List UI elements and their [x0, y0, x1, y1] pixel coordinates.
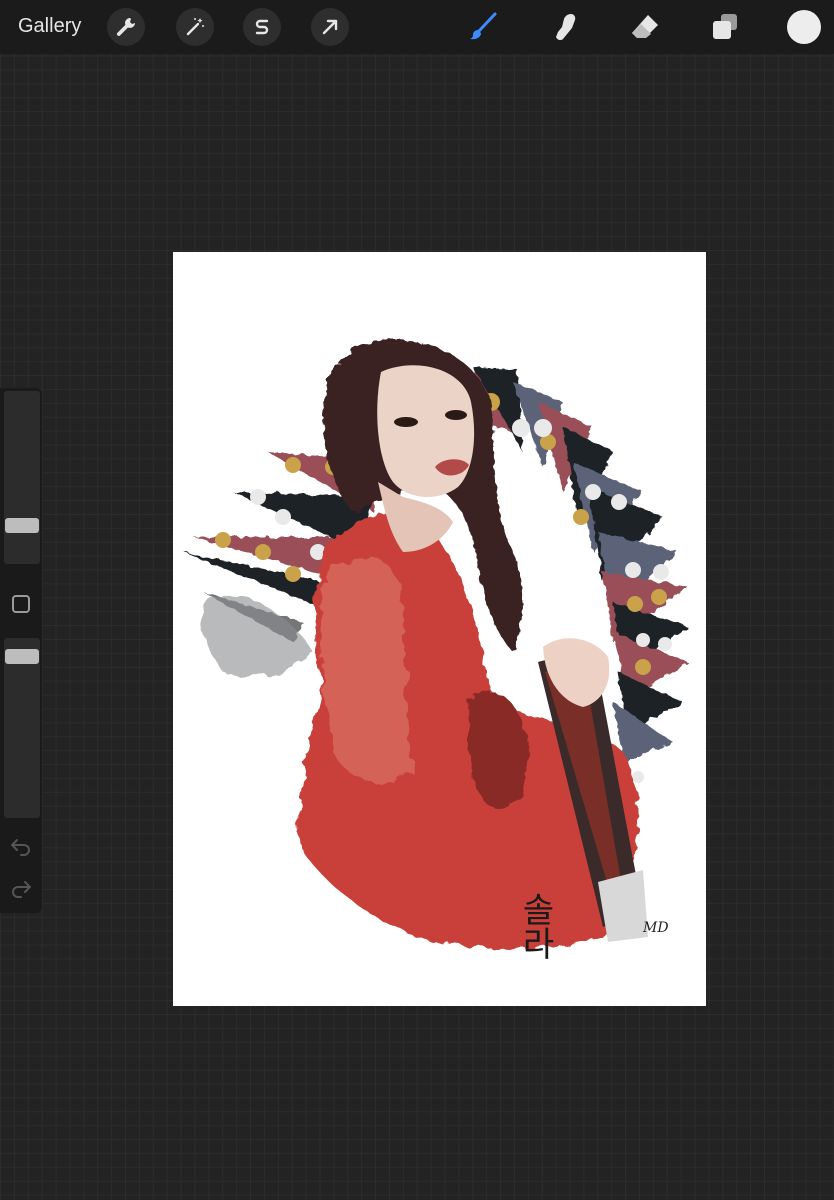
smudge-tool-button[interactable]: [547, 9, 583, 45]
face: [377, 365, 475, 552]
selection-s-icon: [255, 19, 269, 35]
top-toolbar: Gallery: [0, 0, 834, 54]
drawing-canvas[interactable]: 솔라 MD: [173, 252, 706, 1006]
eraser-tool-button[interactable]: [627, 9, 663, 45]
smudge-finger-icon: [556, 14, 576, 41]
artist-initials: MD: [642, 920, 669, 936]
gallery-button[interactable]: Gallery: [18, 15, 81, 38]
color-picker-button[interactable]: [787, 10, 821, 44]
brush-tool-button[interactable]: [465, 9, 501, 45]
undo-icon[interactable]: [9, 836, 33, 856]
transform-button[interactable]: [311, 8, 349, 46]
actions-button[interactable]: [107, 8, 145, 46]
layers-button[interactable]: [707, 9, 743, 45]
layers-icon: [713, 14, 737, 39]
signature-text: 솔라: [515, 892, 555, 960]
eraser-icon: [632, 15, 658, 38]
opacity-handle[interactable]: [5, 649, 39, 664]
selection-button[interactable]: [243, 8, 281, 46]
adjustments-button[interactable]: [176, 8, 214, 46]
brush-sidebar: [0, 388, 42, 913]
modify-button[interactable]: [12, 595, 30, 613]
magic-wand-icon: [186, 18, 204, 36]
redo-icon[interactable]: [9, 878, 33, 898]
brush-icon: [470, 12, 497, 40]
brush-size-slider[interactable]: [4, 391, 40, 564]
arrow-cursor-icon: [322, 19, 338, 35]
brush-size-handle[interactable]: [5, 518, 39, 533]
opacity-slider[interactable]: [4, 638, 40, 818]
artwork-illustration: 솔라 MD: [183, 340, 688, 960]
wrench-icon: [116, 18, 135, 36]
